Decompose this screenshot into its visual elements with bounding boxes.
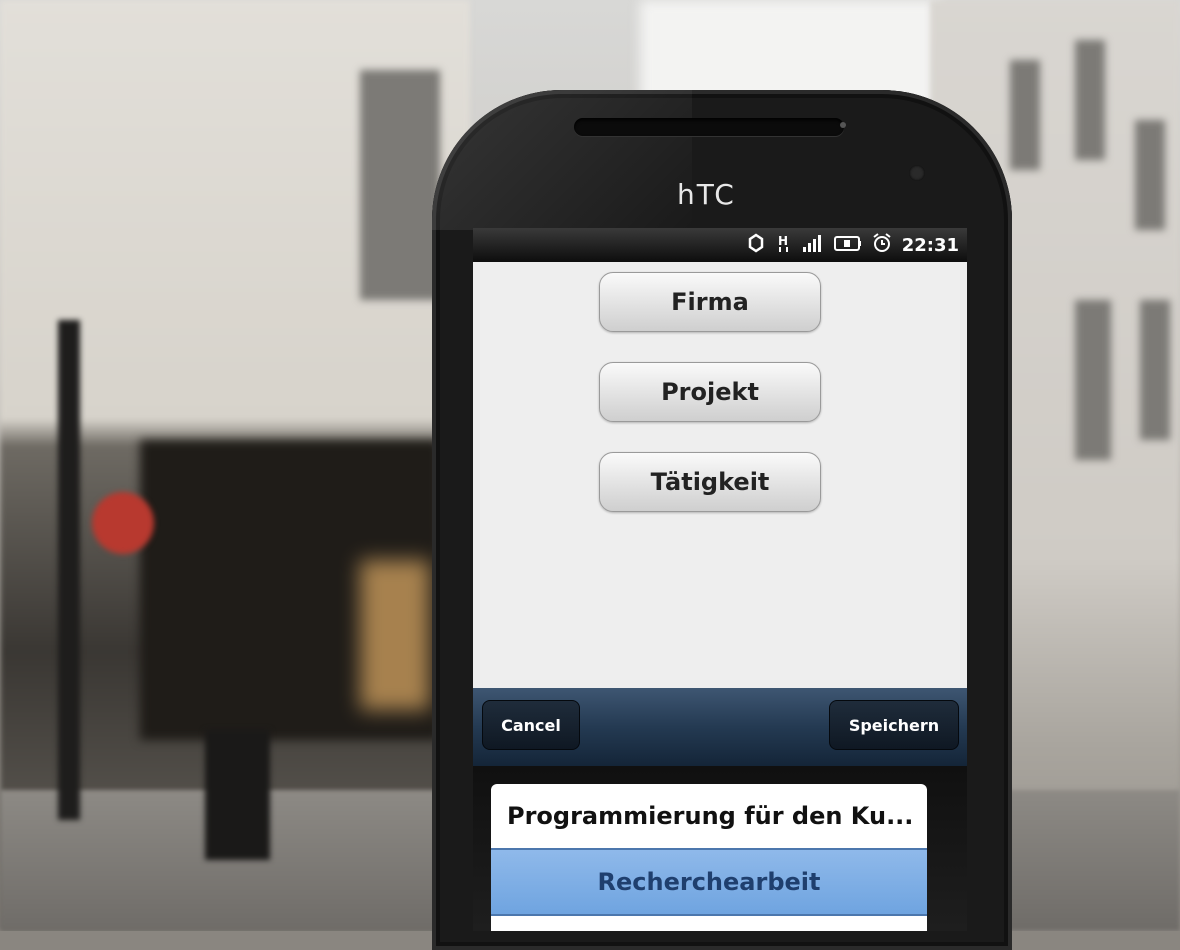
- picker-option-selected[interactable]: Recherchearbeit: [491, 848, 927, 916]
- brand-logo: hTC: [677, 178, 736, 211]
- firma-button[interactable]: Firma: [599, 272, 821, 332]
- earpiece-speaker: [574, 118, 844, 136]
- save-button[interactable]: Speichern: [829, 700, 959, 750]
- alarm-icon: [872, 233, 892, 258]
- main-content: Firma Projekt Tätigkeit: [473, 262, 967, 692]
- activity-picker: Programmierung für den Ku... Recherchear…: [473, 766, 967, 931]
- picker-toolbar: Cancel Speichern: [473, 688, 967, 766]
- sensor-dot: [840, 122, 846, 128]
- status-bar: H 22:31: [473, 228, 967, 262]
- cancel-button[interactable]: Cancel: [482, 700, 580, 750]
- phone-screen: H 22:31 Firma Projekt Tätigkeit Cancel S…: [473, 228, 967, 931]
- status-time: 22:31: [901, 235, 959, 256]
- picker-wheel[interactable]: Programmierung für den Ku... Recherchear…: [491, 784, 927, 931]
- picker-option[interactable]: Programmierung für den Ku...: [491, 784, 927, 848]
- data-h-icon: H: [776, 233, 792, 258]
- taetigkeit-button[interactable]: Tätigkeit: [599, 452, 821, 512]
- phone-device: hTC H 22:31 Firma Projekt Tätigkeit Canc…: [432, 90, 1012, 950]
- front-camera: [909, 165, 925, 181]
- signal-icon: [802, 233, 824, 258]
- projekt-button[interactable]: Projekt: [599, 362, 821, 422]
- battery-icon: [833, 233, 862, 258]
- svg-text:H: H: [778, 234, 788, 248]
- sync-icon: [746, 233, 766, 258]
